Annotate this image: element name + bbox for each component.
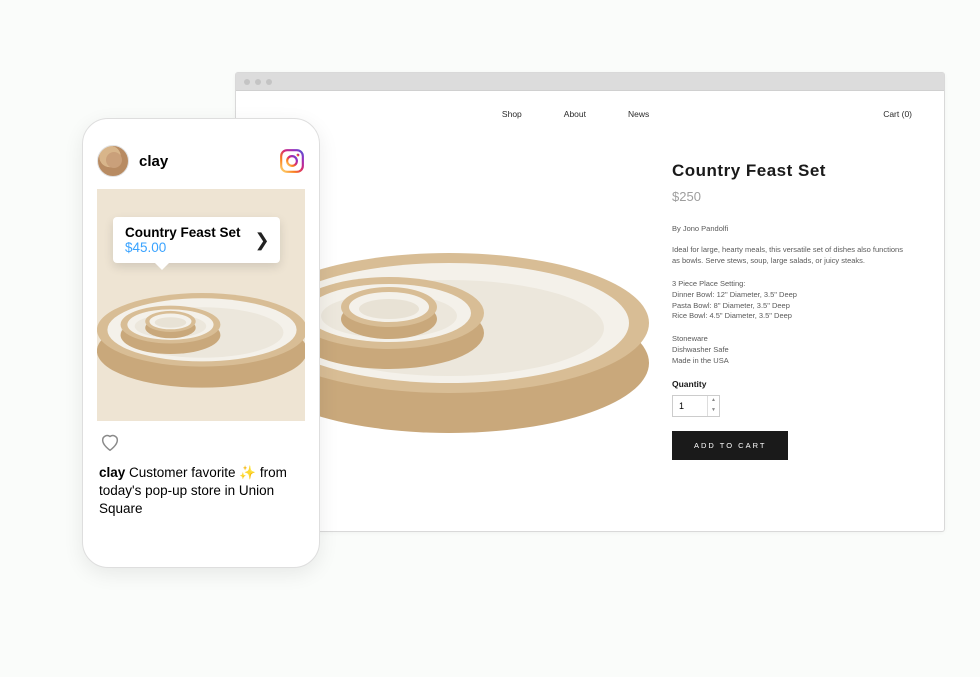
product-materials: Stoneware Dishwasher Safe Made in the US… <box>672 334 912 367</box>
product-specs: 3 Piece Place Setting: Dinner Bowl: 12" … <box>672 279 912 323</box>
instagram-header: clay <box>97 145 305 177</box>
heart-icon[interactable] <box>99 431 121 453</box>
caption-username[interactable]: clay <box>99 465 125 480</box>
product-title: Country Feast Set <box>672 161 912 181</box>
window-dot <box>244 79 250 85</box>
store-body: Country Feast Set $250 By Jono Pandolfi … <box>236 133 944 473</box>
bubble-product-price: $45.00 <box>125 240 241 255</box>
qty-down-icon[interactable]: ▼ <box>708 406 719 416</box>
caption-text-1: Customer favorite <box>125 465 239 480</box>
nav-news[interactable]: News <box>628 109 649 119</box>
bubble-product-title: Country Feast Set <box>125 225 241 240</box>
store-nav: Shop About News Cart (0) <box>236 91 944 133</box>
nav-about[interactable]: About <box>564 109 586 119</box>
instagram-caption: clay Customer favorite ✨ from today's po… <box>97 464 305 519</box>
quantity-input[interactable] <box>673 401 707 411</box>
instagram-icon <box>279 148 305 174</box>
product-info: Country Feast Set $250 By Jono Pandolfi … <box>672 143 912 473</box>
window-dot <box>255 79 261 85</box>
phone-frame: clay <box>82 118 320 568</box>
quantity-stepper[interactable]: ▲ ▼ <box>672 395 720 417</box>
product-price: $250 <box>672 189 912 204</box>
browser-window: Shop About News Cart (0) <box>235 72 945 532</box>
sparkle-icon: ✨ <box>239 465 256 480</box>
bowls-illustration-small <box>97 251 305 409</box>
nav-shop[interactable]: Shop <box>502 109 522 119</box>
avatar[interactable] <box>97 145 129 177</box>
window-dot <box>266 79 272 85</box>
add-to-cart-button[interactable]: ADD TO CART <box>672 431 788 460</box>
chevron-right-icon: ❯ <box>251 230 274 251</box>
instagram-actions <box>97 421 305 464</box>
instagram-username[interactable]: clay <box>139 153 168 170</box>
product-designer: By Jono Pandolfi <box>672 224 912 233</box>
product-tag-bubble[interactable]: Country Feast Set $45.00 ❯ <box>113 217 280 263</box>
qty-up-icon[interactable]: ▲ <box>708 396 719 406</box>
nav-cart[interactable]: Cart (0) <box>883 109 912 119</box>
product-description: Ideal for large, hearty meals, this vers… <box>672 245 912 267</box>
quantity-label: Quantity <box>672 379 912 389</box>
browser-chrome <box>236 73 944 91</box>
instagram-post-image[interactable]: Country Feast Set $45.00 ❯ <box>97 189 305 421</box>
